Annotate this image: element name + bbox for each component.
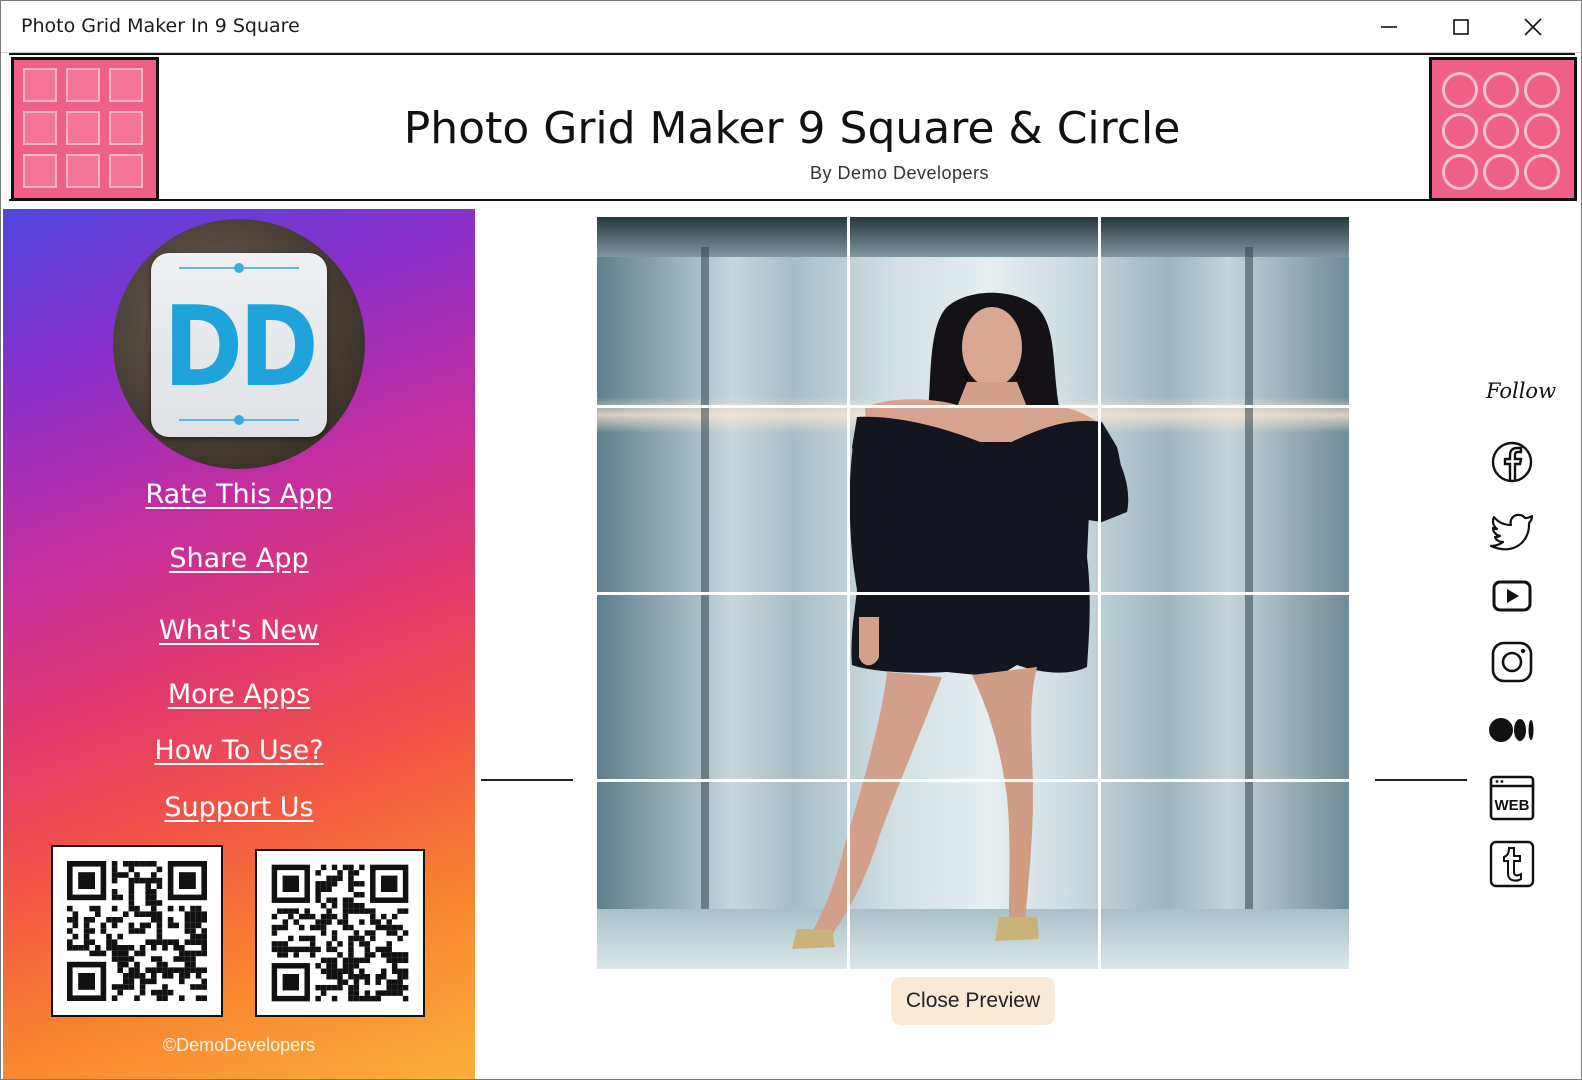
avatar-text: DD <box>163 282 318 412</box>
more-apps-link[interactable]: More Apps <box>3 679 475 710</box>
divider-right <box>1375 779 1467 781</box>
app-subtitle: By Demo Developers <box>809 163 990 183</box>
app-title: Photo Grid Maker 9 Square & Circle <box>403 103 1181 154</box>
minimize-icon <box>1381 26 1397 28</box>
grid-preview-image <box>597 217 1349 969</box>
twitter-icon <box>1489 513 1534 551</box>
medium-link[interactable] <box>1487 705 1537 755</box>
app-header: Photo Grid Maker 9 Square & Circle By De… <box>9 53 1577 201</box>
instagram-link[interactable] <box>1487 637 1537 687</box>
window-title: Photo Grid Maker In 9 Square <box>21 15 300 37</box>
share-app-link[interactable]: Share App <box>3 543 475 574</box>
circle-grid-logo-icon <box>1429 57 1577 201</box>
medium-icon <box>1489 718 1534 742</box>
grid-line-horizontal-1 <box>597 405 1349 408</box>
whats-new-link[interactable]: What's New <box>3 615 475 646</box>
qr-code-1 <box>51 845 223 1017</box>
title-bar: Photo Grid Maker In 9 Square <box>1 1 1581 53</box>
website-link[interactable]: WEB <box>1487 773 1537 823</box>
maximize-button[interactable] <box>1425 1 1497 53</box>
divider-left <box>481 779 573 781</box>
web-icon-text: WEB <box>1495 797 1530 814</box>
web-icon: WEB <box>1489 775 1535 821</box>
youtube-link[interactable] <box>1487 571 1537 621</box>
follow-label: Follow <box>1485 379 1557 403</box>
app-window: Photo Grid Maker In 9 Square Photo Grid … <box>0 0 1582 1080</box>
rate-app-link[interactable]: Rate This App <box>3 479 475 510</box>
developer-avatar: DD <box>113 219 365 469</box>
qr-code-2 <box>255 849 425 1017</box>
facebook-icon <box>1491 441 1533 483</box>
instagram-icon <box>1491 641 1533 683</box>
twitter-link[interactable] <box>1487 505 1537 555</box>
close-icon <box>1524 18 1542 36</box>
close-preview-button[interactable]: Close Preview <box>891 977 1055 1025</box>
how-to-use-link[interactable]: How To Use? <box>3 735 475 766</box>
sidebar: DD Rate This App Share App What's New Mo… <box>3 209 475 1079</box>
copyright-text: ©DemoDevelopers <box>162 1035 316 1055</box>
facebook-link[interactable] <box>1487 437 1537 487</box>
grid-line-horizontal-3 <box>597 779 1349 782</box>
maximize-icon <box>1453 19 1469 35</box>
grid-line-horizontal-2 <box>597 592 1349 595</box>
youtube-icon <box>1492 580 1532 612</box>
tumblr-icon <box>1489 840 1535 888</box>
support-us-link[interactable]: Support Us <box>3 792 475 823</box>
close-window-button[interactable] <box>1497 1 1569 53</box>
minimize-button[interactable] <box>1353 1 1425 53</box>
tumblr-link[interactable] <box>1487 839 1537 889</box>
